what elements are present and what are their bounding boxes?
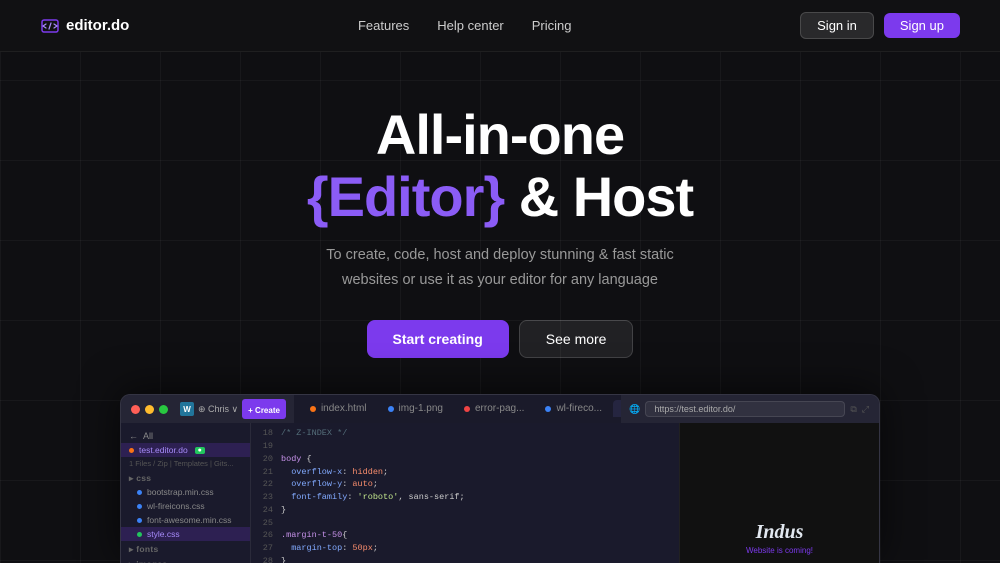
code-line: 18/* Z-INDEX */ [259, 427, 671, 440]
sidebar-folder-css[interactable]: ▸ css [121, 470, 250, 485]
tab-label-wl: wl-fireco... [556, 403, 602, 414]
sidebar-meta: 1 Files / Zip | Templates | Gits... [121, 457, 250, 470]
preview-panel: Indus Website is coming! [679, 423, 879, 563]
tab-wl[interactable]: wl-fireco... [535, 400, 612, 417]
live-badge: ● [195, 447, 205, 454]
editor-code-panel: 18/* Z-INDEX */ 19 20body { 21 overflow-… [251, 423, 679, 563]
browser-icon: 🌐 [629, 404, 640, 415]
nav-pricing[interactable]: Pricing [532, 18, 572, 33]
signin-button[interactable]: Sign in [800, 12, 874, 39]
tab-dot-html [310, 406, 316, 412]
hero-buttons: Start creating See more [367, 320, 634, 358]
code-line: 24} [259, 504, 671, 517]
tab-style-css[interactable]: style.css × [613, 400, 621, 417]
logo-text: editor.do [66, 17, 129, 34]
minimize-button-tl[interactable] [145, 405, 154, 414]
preview-subtitle: Website is coming! [746, 546, 813, 555]
sidebar-folder-images[interactable]: ▸ images [121, 556, 250, 563]
sidebar-folder-fonts[interactable]: ▸ fonts [121, 541, 250, 556]
tab-label-html: index.html [321, 403, 367, 414]
hero-title-line2: {Editor} & Host [307, 166, 693, 228]
nav-features[interactable]: Features [358, 18, 409, 33]
editor-sidebar: ← All test.editor.do ● 1 Files / Zip | T… [121, 423, 251, 563]
code-line: 21 overflow-x: hidden; [259, 466, 671, 479]
expand-icon[interactable]: ⤢ [862, 404, 869, 415]
nav-help[interactable]: Help center [437, 18, 503, 33]
code-line: 28} [259, 555, 671, 563]
preview-content: Indus Website is coming! [746, 521, 813, 555]
navbar: editor.do Features Help center Pricing S… [0, 0, 1000, 52]
logo-icon [40, 16, 60, 36]
sidebar-all[interactable]: ← All [121, 429, 250, 443]
address-bar[interactable]: https://test.editor.do/ [645, 401, 845, 417]
wp-icon: W [180, 402, 194, 416]
nav-links: Features Help center Pricing [358, 18, 572, 33]
tab-label-img: img-1.png [399, 403, 443, 414]
preview-title: Indus [746, 521, 813, 544]
tab-img[interactable]: img-1.png [378, 400, 453, 417]
code-line: 20body { [259, 453, 671, 466]
sidebar-stylecss[interactable]: style.css [121, 527, 250, 541]
page-container: editor.do Features Help center Pricing S… [0, 0, 1000, 563]
start-creating-button[interactable]: Start creating [367, 320, 509, 358]
editor-tabs: index.html img-1.png error-pag... wl-fir… [294, 394, 621, 425]
code-line: 22 overflow-y: auto; [259, 478, 671, 491]
close-button-tl[interactable] [131, 405, 140, 414]
sidebar-bootstrap[interactable]: bootstrap.min.css [121, 485, 250, 499]
fullscreen-button-tl[interactable] [159, 405, 168, 414]
hero-subtitle: To create, code, host and deploy stunnin… [310, 243, 690, 292]
project-dot [129, 448, 134, 453]
editor-body: ← All test.editor.do ● 1 Files / Zip | T… [121, 423, 879, 563]
signup-button[interactable]: Sign up [884, 13, 960, 38]
sidebar-project[interactable]: test.editor.do ● [121, 443, 250, 457]
user-label: ⊕ Chris ∨ [198, 404, 238, 415]
see-more-button[interactable]: See more [519, 320, 634, 358]
tab-dot-error [464, 406, 470, 412]
hero-editor-text: {Editor} [307, 165, 504, 228]
code-line: 23 font-family: 'roboto', sans-serif; [259, 491, 671, 504]
traffic-lights [131, 405, 168, 414]
tab-dot-wl [545, 406, 551, 412]
hero-section: All-in-one {Editor} & Host To create, co… [0, 52, 1000, 394]
code-line: 19 [259, 440, 671, 453]
tab-index-html[interactable]: index.html [300, 400, 377, 417]
logo[interactable]: editor.do [40, 16, 129, 36]
create-button[interactable]: + Create [242, 399, 286, 419]
nav-actions: Sign in Sign up [800, 12, 960, 39]
copy-icon[interactable]: ⧉ [850, 404, 856, 415]
sidebar-fontawesome[interactable]: font-awesome.min.css [121, 513, 250, 527]
editor-preview: W ⊕ Chris ∨ + Create index.html img-1.pn… [120, 394, 880, 563]
tab-label-error: error-pag... [475, 403, 524, 414]
hero-title-line1: All-in-one [376, 104, 624, 166]
hero-host-text: & Host [519, 165, 693, 228]
sidebar-wl[interactable]: wl-fireicons.css [121, 499, 250, 513]
code-line: 25 [259, 517, 671, 530]
code-line: 27 margin-top: 50px; [259, 542, 671, 555]
tab-error[interactable]: error-pag... [454, 400, 534, 417]
code-line: 26.margin-t-50{ [259, 529, 671, 542]
tab-dot-img [388, 406, 394, 412]
